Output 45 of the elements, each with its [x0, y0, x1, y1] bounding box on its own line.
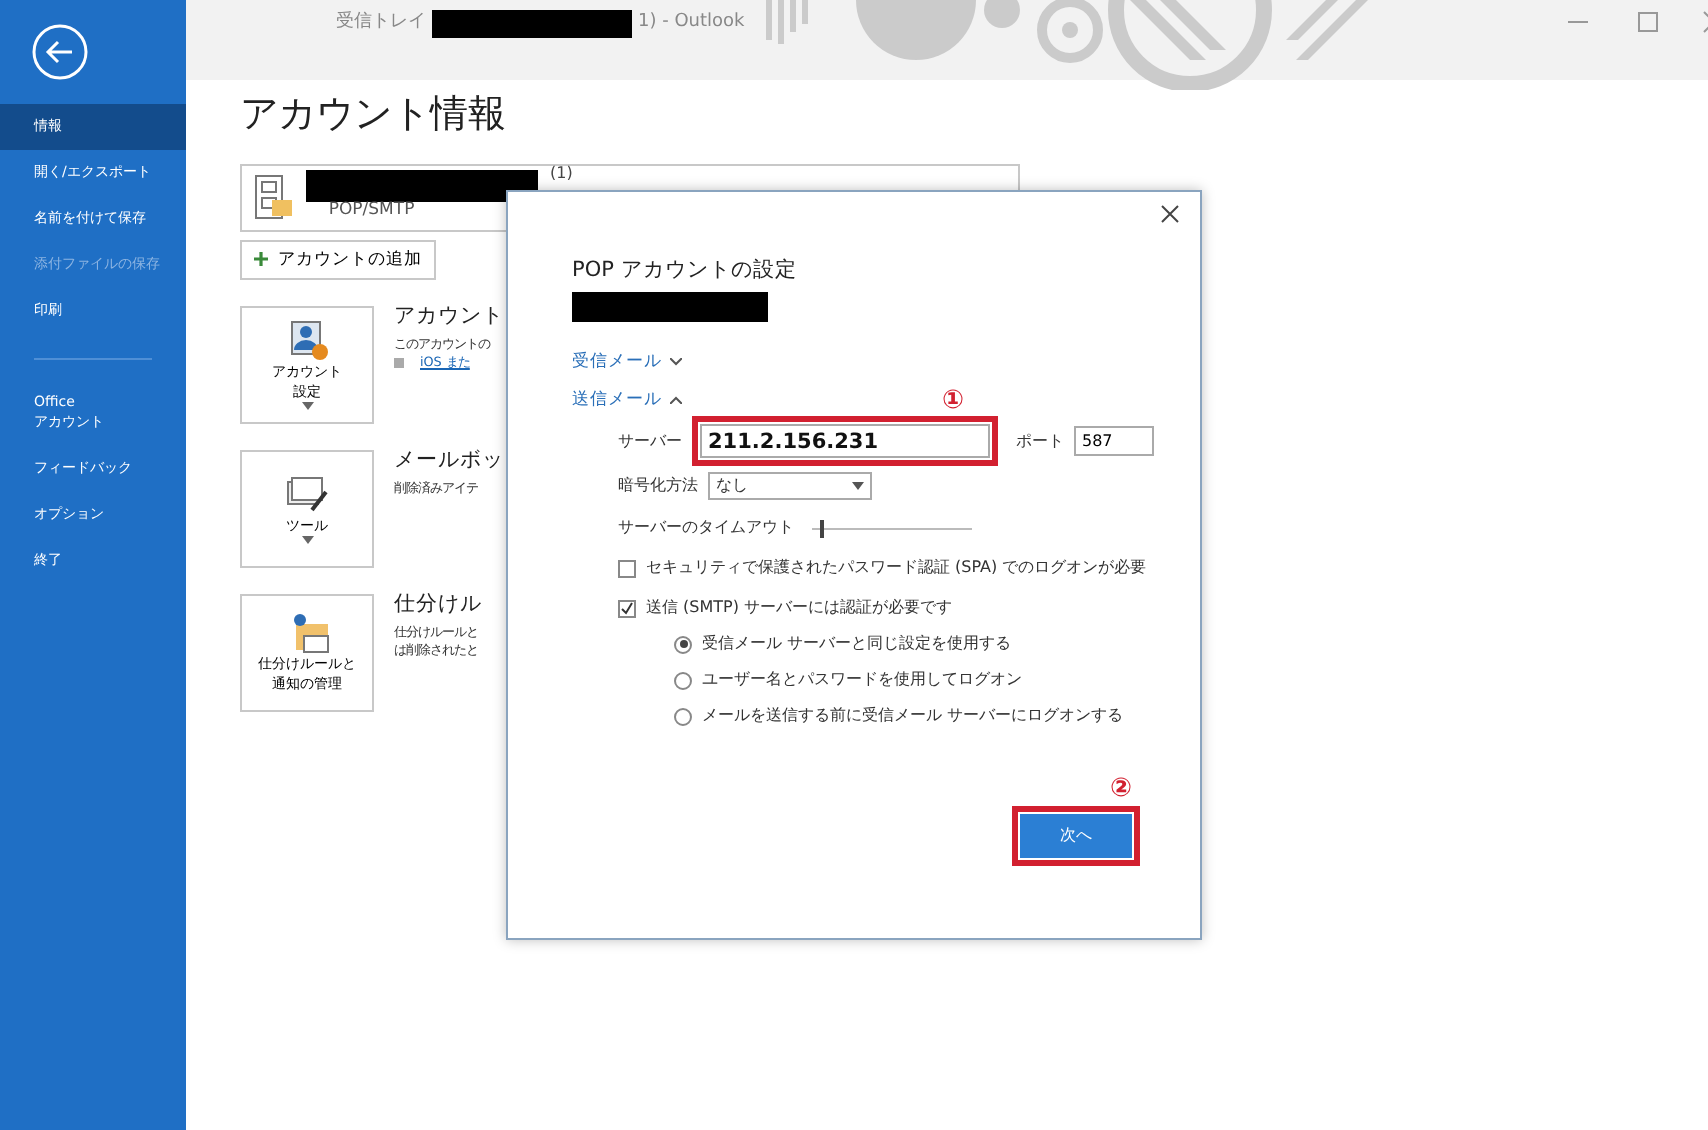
- back-button[interactable]: [32, 24, 88, 80]
- section-title: アカウント: [394, 306, 504, 330]
- radio-label: 受信メール サーバーと同じ設定を使用する: [702, 632, 1012, 657]
- plus-icon: [254, 252, 268, 267]
- radio-label: メールを送信する前に受信メール サーバーにログオンする: [702, 704, 1124, 729]
- caret-icon: [301, 402, 313, 411]
- chevron-icon: [670, 358, 682, 367]
- radio-button[interactable]: [674, 671, 692, 690]
- annotation-number: ①: [942, 388, 967, 415]
- port-field[interactable]: 587: [1074, 426, 1154, 457]
- page-heading: アカウント情報: [240, 90, 508, 140]
- check-icon: [620, 601, 634, 616]
- checkbox-label: 送信 (SMTP) サーバーには認証が必要です: [646, 596, 953, 621]
- checkbox-label: セキュリティで保護されたパスワード認証 (SPA) でのログオンが必要: [646, 556, 1147, 581]
- maximize-icon: [1636, 10, 1660, 34]
- caret-icon: [301, 536, 313, 545]
- account-suffix: (1): [550, 165, 573, 181]
- radio-button[interactable]: [674, 707, 692, 726]
- section-title: 仕分けル: [394, 594, 482, 618]
- add-account-button[interactable]: アカウントの追加: [240, 239, 436, 281]
- caret-icon: [852, 482, 864, 491]
- encryption-dropdown[interactable]: なし: [708, 472, 872, 501]
- field-label: 暗号化方法: [618, 474, 698, 499]
- radio-label: ユーザー名とパスワードを使用してログオン: [702, 668, 1022, 693]
- checkbox[interactable]: [618, 559, 636, 578]
- section-toggle[interactable]: 送信メール: [572, 387, 682, 413]
- next-button[interactable]: 次へ: [1020, 814, 1132, 858]
- checkbox[interactable]: [618, 599, 636, 618]
- window-title: 受信トレイ: [336, 10, 426, 37]
- dialog-title: POP アカウントの設定: [572, 256, 799, 286]
- field-label: ポート: [1016, 429, 1064, 454]
- chevron-icon: [670, 395, 682, 404]
- annotation-number: ②: [1109, 776, 1132, 802]
- bullet-icon: [394, 357, 404, 368]
- section-title: メールボッ: [394, 450, 504, 474]
- field-label: サーバー: [618, 429, 682, 454]
- back-icon: [32, 24, 88, 80]
- close-icon[interactable]: [1160, 204, 1180, 224]
- section-toggle[interactable]: 受信メール: [572, 349, 682, 375]
- account-icon: [254, 173, 294, 221]
- window-title: 1) - Outlook: [638, 10, 745, 37]
- field-label: サーバーのタイムアウト: [618, 516, 794, 541]
- account-type: POP/SMTP: [328, 197, 415, 223]
- server-field[interactable]: 211.2.156.231: [700, 424, 990, 459]
- radio-button[interactable]: [674, 635, 692, 654]
